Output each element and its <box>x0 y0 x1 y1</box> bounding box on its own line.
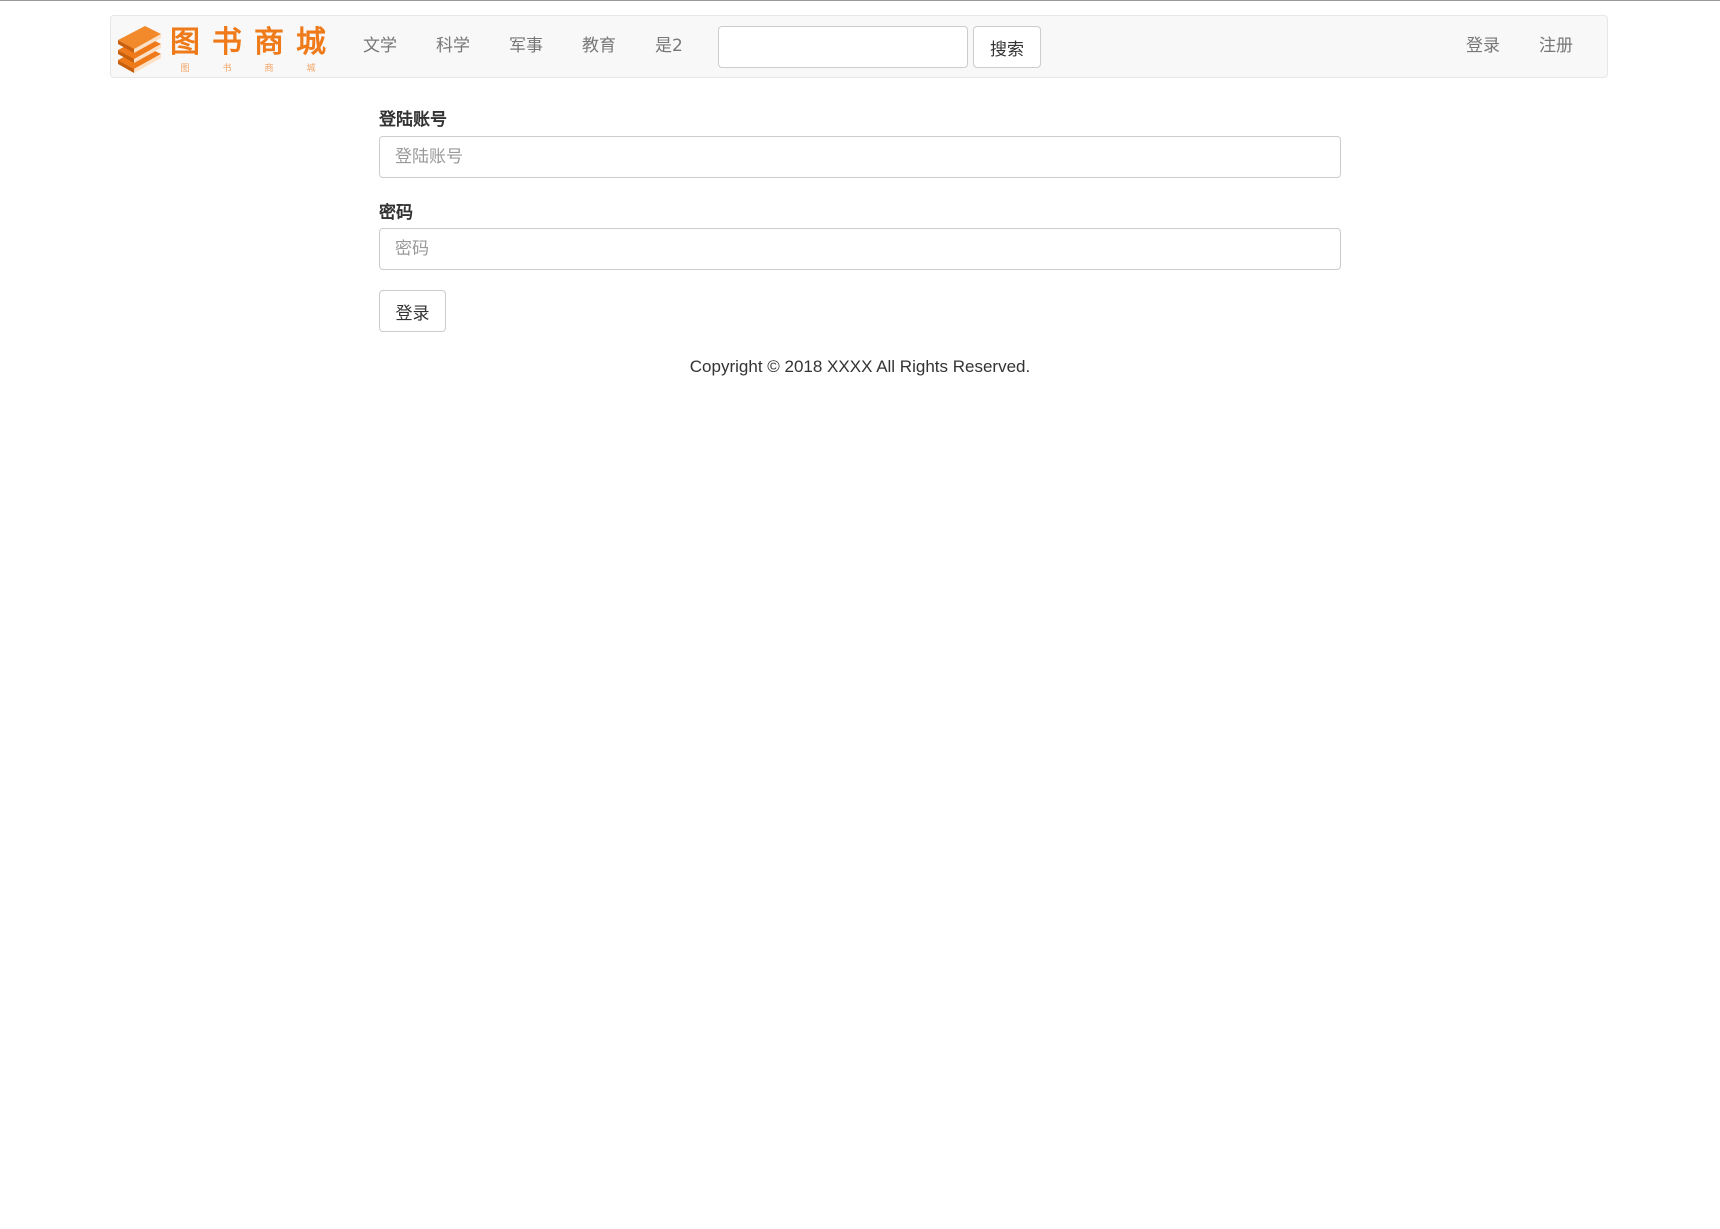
login-submit-button[interactable]: 登录 <box>379 290 446 332</box>
brand-title-char: 书 <box>212 25 242 60</box>
brand-logo[interactable]: 图 书 商 城 图 书 商 城 <box>115 20 337 76</box>
navbar: 图 书 商 城 图 书 商 城 文学 科学 军事 教育 是2 搜索 登录 注册 <box>110 15 1608 78</box>
brand-title-char: 图 <box>170 25 200 60</box>
nav-register-link[interactable]: 注册 <box>1539 16 1573 77</box>
brand-subtitle-char: 城 <box>306 63 315 74</box>
search-button[interactable]: 搜索 <box>973 26 1041 68</box>
nav-link-science[interactable]: 科学 <box>436 16 470 77</box>
password-label: 密码 <box>379 203 413 223</box>
nav-link-category-5[interactable]: 是2 <box>655 16 683 77</box>
nav-link-literature[interactable]: 文学 <box>363 16 397 77</box>
top-rule <box>0 0 1720 1</box>
search-input[interactable] <box>718 26 968 68</box>
book-stack-icon <box>118 26 161 73</box>
account-input[interactable] <box>379 136 1341 178</box>
nav-link-military[interactable]: 军事 <box>509 16 543 77</box>
brand-subtitle-char: 书 <box>222 63 231 74</box>
copyright-text: Copyright © 2018 XXXX All Rights Reserve… <box>689 357 1031 376</box>
brand-subtitle-char: 图 <box>180 63 189 74</box>
books-logo-icon: 图 书 商 城 图 书 商 城 <box>118 25 326 74</box>
account-label: 登陆账号 <box>379 110 447 130</box>
nav-login-link[interactable]: 登录 <box>1466 16 1500 77</box>
brand-title-char: 商 <box>254 25 284 60</box>
nav-link-education[interactable]: 教育 <box>582 16 616 77</box>
brand-subtitle-char: 商 <box>264 62 273 74</box>
password-input[interactable] <box>379 228 1341 270</box>
brand-title-char: 城 <box>296 25 326 60</box>
